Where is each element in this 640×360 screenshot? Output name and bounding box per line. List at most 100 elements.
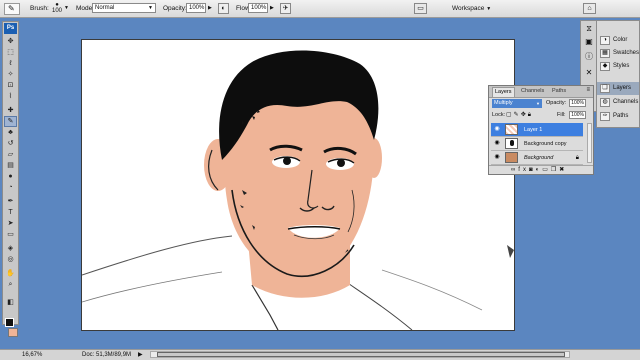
panel-color[interactable]: ◑ Color	[597, 34, 639, 47]
new-layer-icon[interactable]: ❐	[551, 167, 559, 173]
3d-orbit-tool-icon[interactable]: ◎	[5, 255, 16, 264]
path-selection-tool-icon[interactable]: ➤	[5, 219, 16, 228]
quick-selection-tool-icon[interactable]: ✧	[5, 70, 16, 79]
hand-tool-icon[interactable]: ✋	[5, 269, 16, 278]
history-icon[interactable]: ⧖	[584, 24, 594, 34]
history-brush-tool-icon[interactable]: ↺	[5, 139, 16, 148]
tool-preset-picker[interactable]: ✎	[4, 3, 20, 15]
move-tool-icon[interactable]: ✥	[5, 37, 16, 46]
collapsed-panels: ◑ Color ▦ Swatches ◆ Styles ❏ Layers ◍ C…	[596, 20, 640, 128]
scrollbar-thumb[interactable]	[157, 352, 565, 357]
navigator-icon[interactable]: ▣	[584, 37, 594, 47]
panel-layers[interactable]: ❏ Layers	[597, 82, 639, 95]
opacity-input[interactable]: 100%	[186, 3, 206, 13]
airbrush-icon[interactable]: ✈	[280, 3, 291, 14]
eyedropper-tool-icon[interactable]: ⌇	[5, 92, 16, 101]
panel-menu-icon[interactable]: ≡	[586, 87, 590, 93]
panel-well-icon[interactable]: ⌂	[583, 3, 596, 14]
document-canvas[interactable]	[81, 39, 515, 331]
blend-mode-value: Multiply	[494, 100, 513, 106]
3d-rotate-tool-icon[interactable]: ◈	[5, 244, 16, 253]
foreground-color-swatch[interactable]	[5, 318, 14, 327]
eye-icon[interactable]: ◉	[493, 126, 501, 133]
tools-options-icon[interactable]: ✕	[584, 68, 594, 78]
brush-size-value: 100	[52, 8, 63, 14]
layer-row[interactable]: ◉ Layer 1	[491, 123, 583, 137]
lock-image-icon[interactable]: ✎	[514, 112, 521, 118]
background-color-swatch[interactable]	[8, 328, 18, 337]
trash-icon[interactable]: ✖	[559, 167, 567, 173]
screen-mode-icon[interactable]: ▭	[414, 3, 427, 14]
layer-opacity-input[interactable]: 100%	[569, 99, 586, 107]
default-colors-icon[interactable]: ◧	[5, 298, 16, 307]
eye-icon[interactable]: ◉	[493, 140, 501, 147]
portrait-artwork	[82, 50, 514, 330]
panel-paths[interactable]: ✑ Paths	[597, 110, 639, 123]
lasso-tool-icon[interactable]: ℓ	[5, 59, 16, 68]
mode-value: Normal	[95, 5, 115, 11]
mask-icon[interactable]: ◙	[529, 167, 536, 173]
eye-icon[interactable]: ◉	[493, 154, 501, 161]
layer-row[interactable]: ◉ Background copy	[491, 137, 583, 151]
shape-tool-icon[interactable]: ▭	[5, 230, 16, 239]
crop-tool-icon[interactable]: ⊡	[5, 81, 16, 90]
fill-input[interactable]: 100%	[569, 111, 586, 119]
options-bar: ✎ Brush: ● 100 ▼ Mode: Normal ▼ Opacity:…	[0, 0, 640, 18]
flow-input[interactable]: 100%	[248, 3, 268, 13]
tab-channels[interactable]: Channels	[519, 87, 546, 96]
color-icon: ◑	[600, 36, 610, 45]
tab-paths[interactable]: Paths	[550, 87, 568, 96]
chevron-down-icon[interactable]: ▶	[208, 3, 212, 13]
chevron-down-icon: ▼	[486, 6, 492, 12]
swatches-icon: ▦	[600, 49, 610, 58]
panel-swatches[interactable]: ▦ Swatches	[597, 47, 639, 60]
panel-styles[interactable]: ◆ Styles	[597, 60, 639, 73]
info-icon[interactable]: ⓘ	[584, 52, 594, 62]
zoom-level[interactable]: 16,67%	[22, 350, 42, 360]
lock-position-icon[interactable]: ✥	[521, 112, 528, 118]
lock-label: Lock:	[492, 112, 506, 118]
lock-transparent-icon[interactable]: ▢	[506, 112, 514, 118]
brush-icon: ✎	[8, 4, 15, 13]
brush-size-picker[interactable]: ● 100	[52, 2, 63, 14]
workspace-menu[interactable]: Workspace ▼	[452, 3, 491, 15]
panel-label: Channels	[613, 99, 639, 105]
layer-opacity-label: Opacity:	[546, 100, 567, 106]
layers-footer: ∞fx◙◐▭❐✖	[489, 165, 593, 174]
brush-label: Brush:	[30, 5, 49, 12]
type-tool-icon[interactable]: T	[5, 208, 16, 217]
status-arrow-icon[interactable]: ▶	[138, 350, 143, 360]
blend-mode-select[interactable]: Multiply ▼	[492, 99, 542, 108]
horizontal-scrollbar[interactable]	[150, 351, 570, 358]
eraser-tool-icon[interactable]: ▱	[5, 150, 16, 159]
pen-tool-icon[interactable]: ✒	[5, 197, 16, 206]
zoom-tool-icon[interactable]: ⌕	[5, 280, 16, 289]
mode-select[interactable]: Normal ▼	[92, 3, 156, 13]
chevron-down-icon[interactable]: ▶	[270, 3, 274, 13]
panel-label: Paths	[613, 113, 629, 119]
layer-name: Background	[524, 155, 554, 161]
layer-row[interactable]: ◉ Background 🔒︎	[491, 151, 583, 165]
group-icon[interactable]: ▭	[542, 167, 551, 173]
brush-tool-icon[interactable]: ✎	[4, 116, 17, 127]
lock-options[interactable]: ▢✎✥🔒︎	[506, 111, 533, 120]
marquee-tool-icon[interactable]: ⬚	[5, 48, 16, 57]
clone-stamp-tool-icon[interactable]: ♣	[5, 128, 16, 137]
tab-layers[interactable]: Layers	[492, 87, 515, 97]
lock-all-icon[interactable]: 🔒︎	[528, 112, 533, 118]
dodge-tool-icon[interactable]: ◔	[5, 183, 16, 192]
blur-tool-icon[interactable]: ●	[5, 172, 16, 181]
gradient-tool-icon[interactable]: ▤	[5, 161, 16, 170]
layers-panel: Layers Channels Paths ≡ Multiply ▼ Opaci…	[488, 85, 594, 175]
styles-icon: ◆	[600, 62, 610, 71]
chevron-down-icon[interactable]: ▼	[64, 3, 69, 13]
layers-panel-tabs: Layers Channels Paths ≡	[489, 86, 593, 98]
healing-brush-tool-icon[interactable]: ✚	[5, 106, 16, 115]
chevron-down-icon: ▼	[148, 5, 153, 11]
photoshop-logo[interactable]: Ps	[4, 23, 17, 34]
document-size: Doc: 51,3M/89,9M	[82, 352, 132, 358]
layers-scrollbar[interactable]	[587, 123, 592, 163]
tablet-opacity-icon[interactable]: ◐	[218, 3, 229, 14]
panel-channels[interactable]: ◍ Channels	[597, 96, 639, 109]
fx-icon[interactable]: fx	[518, 167, 529, 173]
